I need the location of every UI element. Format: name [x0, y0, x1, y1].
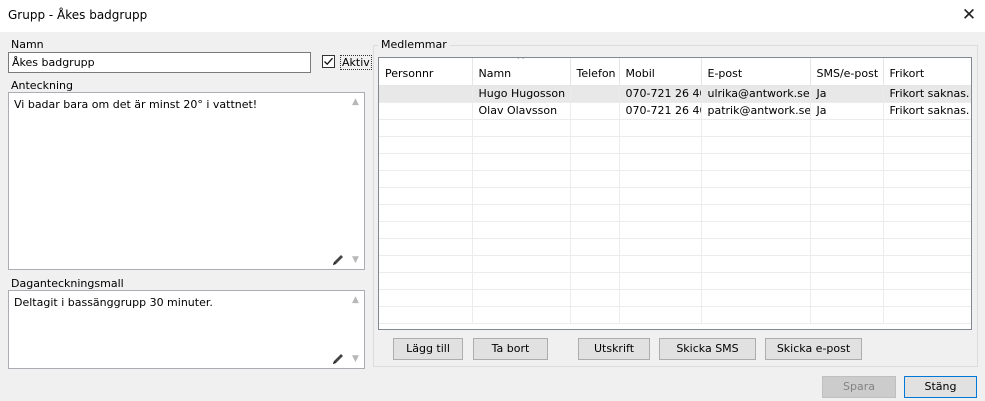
active-checkbox[interactable]: [322, 55, 335, 68]
pencil-icon[interactable]: [331, 253, 345, 267]
cell-mobil: 070-721 26 40: [619, 102, 702, 120]
name-label: Namn: [11, 38, 44, 51]
send-email-button[interactable]: Skicka e-post: [765, 338, 862, 360]
scroll-up-icon[interactable]: ▲: [347, 94, 364, 110]
table-row[interactable]: Olav Olavsson 070-721 26 40 patrik@antwo…: [379, 102, 971, 120]
title-bar: Grupp - Åkes badgrupp ✕: [0, 0, 985, 32]
cell-epost: ulrika@antwork.se: [701, 85, 811, 103]
sort-ascending-icon: ^: [516, 58, 525, 66]
empty-row: [379, 238, 971, 256]
empty-row: [379, 153, 971, 171]
empty-row: [379, 170, 971, 188]
name-field[interactable]: Åkes badgrupp: [8, 52, 311, 73]
check-icon: [324, 57, 333, 66]
add-member-button[interactable]: Lägg till: [393, 338, 463, 360]
empty-row: [379, 272, 971, 290]
template-text: Deltagit i bassänggrupp 30 minuter.: [14, 296, 213, 309]
scroll-down-icon[interactable]: ▼: [347, 252, 364, 268]
cell-namn: Olav Olavsson: [472, 102, 571, 120]
cell-frikort: Frikort saknas.: [883, 85, 971, 103]
note-scrollbar[interactable]: ▲ ▼: [347, 93, 364, 269]
column-header-epost[interactable]: E-post: [701, 58, 811, 86]
cell-frikort: Frikort saknas.: [883, 102, 971, 120]
cell-telefon: [570, 85, 620, 103]
empty-row: [379, 221, 971, 239]
scroll-down-icon[interactable]: ▼: [347, 351, 364, 367]
empty-row: [379, 136, 971, 154]
table-row[interactable]: Hugo Hugosson 070-721 26 40 ulrika@antwo…: [379, 85, 971, 103]
members-group-label: Medlemmar: [378, 38, 450, 51]
cell-sms: Ja: [810, 85, 884, 103]
cell-personnr: [379, 102, 473, 120]
table-header-row: Personnr ^ Namn Telefon Mobil E-post SMS…: [379, 58, 971, 86]
save-button[interactable]: Spara: [822, 376, 896, 398]
template-scrollbar[interactable]: ▲ ▼: [347, 291, 364, 368]
column-header-sms[interactable]: SMS/e-post: [810, 58, 884, 86]
close-button[interactable]: Stäng: [904, 376, 977, 398]
active-label[interactable]: Aktiv: [340, 55, 372, 70]
note-label: Anteckning: [11, 79, 73, 92]
empty-row: [379, 255, 971, 273]
cell-personnr: [379, 85, 473, 103]
print-button[interactable]: Utskrift: [578, 338, 650, 360]
cell-sms: Ja: [810, 102, 884, 120]
empty-row: [379, 187, 971, 205]
pencil-icon[interactable]: [331, 352, 345, 366]
column-header-personnr[interactable]: Personnr: [379, 58, 473, 86]
column-header-namn-label: Namn: [478, 66, 512, 80]
empty-row: [379, 306, 971, 324]
note-text: Vi badar bara om det är minst 20° i vatt…: [14, 98, 258, 111]
note-textarea[interactable]: Vi badar bara om det är minst 20° i vatt…: [8, 92, 365, 270]
column-header-namn[interactable]: ^ Namn: [472, 58, 571, 86]
template-textarea[interactable]: Deltagit i bassänggrupp 30 minuter. ▲ ▼: [8, 290, 365, 369]
column-header-telefon[interactable]: Telefon: [570, 58, 620, 86]
window-title: Grupp - Åkes badgrupp: [8, 8, 148, 22]
cell-mobil: 070-721 26 40: [619, 85, 702, 103]
template-label: Daganteckningsmall: [11, 277, 124, 290]
cell-namn: Hugo Hugosson: [472, 85, 571, 103]
cell-telefon: [570, 102, 620, 120]
column-header-mobil[interactable]: Mobil: [619, 58, 702, 86]
send-sms-button[interactable]: Skicka SMS: [659, 338, 756, 360]
members-table[interactable]: Personnr ^ Namn Telefon Mobil E-post SMS…: [378, 57, 972, 330]
column-header-frikort[interactable]: Frikort: [883, 58, 971, 86]
close-icon[interactable]: ✕: [957, 4, 981, 28]
empty-row: [379, 204, 971, 222]
scroll-up-icon[interactable]: ▲: [347, 292, 364, 308]
empty-row: [379, 289, 971, 307]
cell-epost: patrik@antwork.se: [701, 102, 811, 120]
empty-row: [379, 119, 971, 137]
remove-member-button[interactable]: Ta bort: [473, 338, 548, 360]
